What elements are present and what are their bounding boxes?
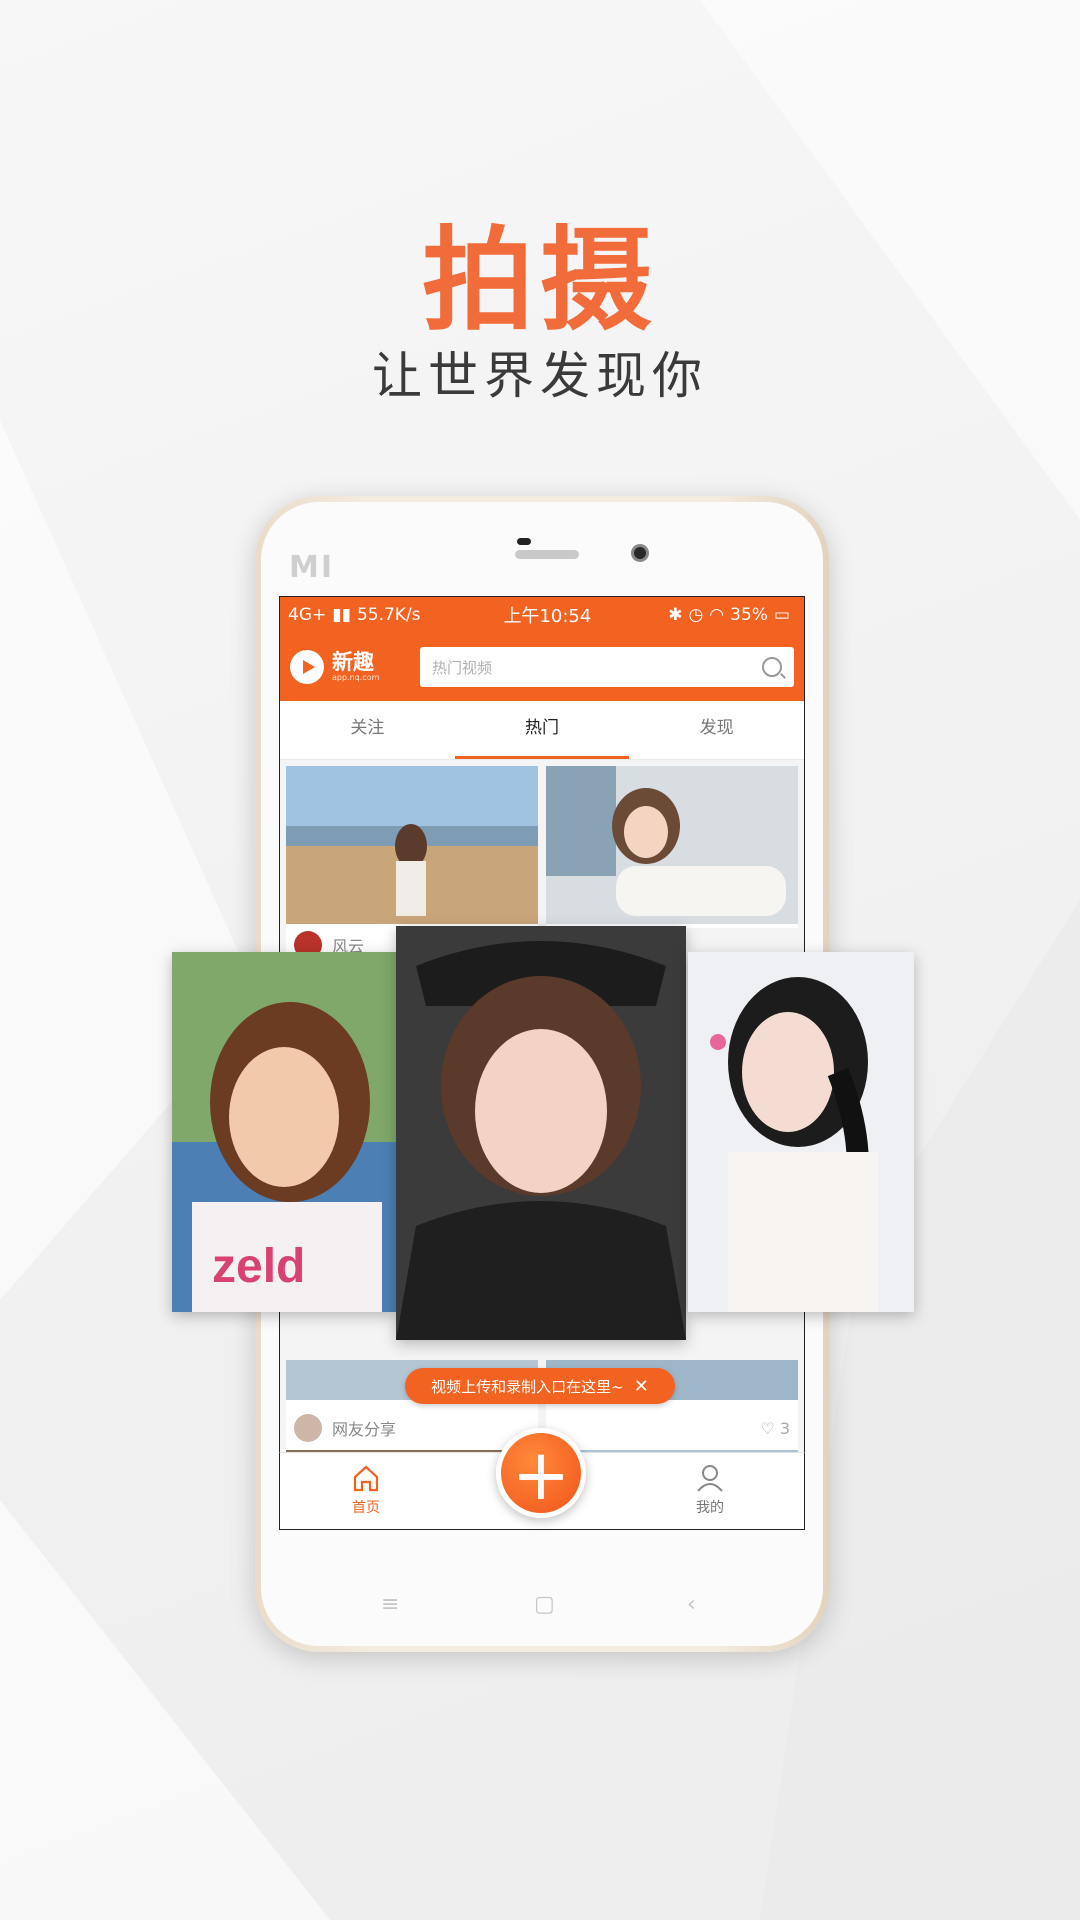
phone-brand-logo: MI: [289, 550, 335, 585]
search-placeholder: 热门视频: [432, 658, 493, 677]
bluetooth-icon: ✱: [668, 605, 683, 625]
svg-text:zeld: zeld: [212, 1240, 305, 1293]
heart-icon[interactable]: ♡: [760, 1419, 779, 1438]
app-name: 新趣: [332, 650, 374, 674]
search-input[interactable]: 热门视频: [420, 647, 794, 687]
alarm-icon: ◷: [688, 605, 704, 625]
nav-me[interactable]: 我的: [660, 1463, 760, 1517]
tab-bar: 关注 热门 发现: [280, 701, 804, 760]
logo-play-icon: [290, 650, 324, 684]
upload-tooltip[interactable]: 视频上传和录制入口在这里~ ✕: [405, 1368, 675, 1404]
app-logo: 新趣 app.nq.com: [290, 650, 420, 684]
back-key-icon[interactable]: ‹: [687, 1592, 696, 1617]
user-name[interactable]: 网友分享: [332, 1416, 530, 1440]
video-thumbnail[interactable]: [546, 766, 798, 924]
home-key-icon[interactable]: ▢: [534, 1592, 555, 1617]
featured-photo-left: zeld: [172, 952, 398, 1312]
add-video-button[interactable]: +: [496, 1428, 586, 1518]
featured-photo-center: [396, 926, 686, 1340]
nav-home[interactable]: 首页: [316, 1463, 416, 1517]
promo-headline: 拍摄: [422, 216, 658, 346]
nav-home-label: 首页: [352, 1500, 380, 1516]
avatar[interactable]: [294, 1414, 322, 1442]
video-thumbnail[interactable]: [286, 766, 538, 924]
app-header: 新趣 app.nq.com 热门视频: [280, 633, 804, 701]
signal-icon: ▮▮: [332, 605, 351, 625]
battery-level: 35%: [730, 605, 768, 625]
nav-me-label: 我的: [696, 1500, 724, 1516]
tab-follow[interactable]: 关注: [280, 701, 455, 759]
phone-sensor: [517, 538, 531, 545]
tooltip-text: 视频上传和录制入口在这里~: [431, 1377, 624, 1396]
network-indicator: 4G+: [288, 605, 327, 625]
network-speed: 55.7K/s: [356, 605, 421, 625]
status-bar: 4G+ ▮▮ 55.7K/s 上午10:54 ✱ ◷ ◠ 35% ▭: [280, 597, 804, 633]
search-icon[interactable]: [762, 657, 782, 677]
phone-speaker: [515, 550, 579, 559]
video-meta: ♡ 3: [546, 1404, 798, 1452]
wifi-icon: ◠: [709, 605, 725, 625]
promo-subline: 让世界发现你: [372, 347, 708, 405]
status-time: 上午10:54: [503, 606, 592, 627]
front-camera: [631, 544, 649, 562]
home-icon: [353, 1465, 379, 1492]
like-count: 3: [779, 1418, 790, 1438]
video-feed: 风云 ♡ 1 网友分享: [280, 760, 804, 1490]
tab-hot[interactable]: 热门: [454, 701, 630, 759]
video-card[interactable]: [546, 766, 798, 928]
menu-key-icon[interactable]: ≡: [381, 1592, 399, 1617]
battery-icon: ▭: [773, 605, 790, 625]
app-domain: app.nq.com: [332, 673, 380, 682]
user-icon: [697, 1465, 723, 1492]
featured-photo-right: [688, 952, 914, 1312]
video-meta: 网友分享: [286, 1404, 538, 1452]
close-icon[interactable]: ✕: [634, 1376, 649, 1397]
tab-discover[interactable]: 发现: [629, 701, 804, 759]
